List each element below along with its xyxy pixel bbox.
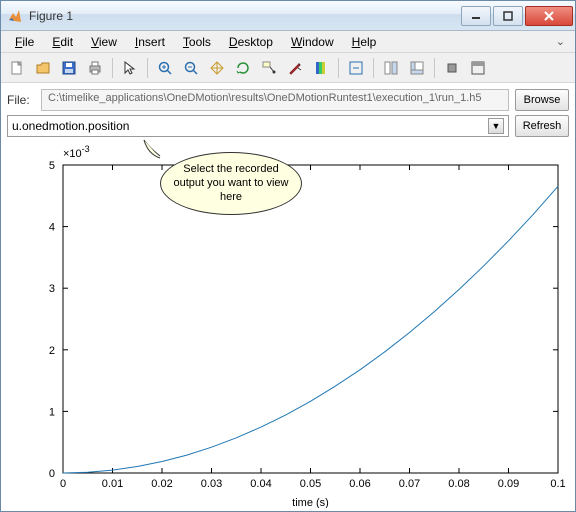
open-icon[interactable] [31, 56, 55, 80]
new-file-icon[interactable] [5, 56, 29, 80]
svg-text:1: 1 [49, 406, 55, 418]
menu-window[interactable]: Window [283, 33, 342, 51]
menu-file[interactable]: File [7, 33, 42, 51]
restore-icon[interactable] [440, 56, 464, 80]
titlebar: Figure 1 [1, 1, 575, 31]
pan-icon[interactable] [205, 56, 229, 80]
svg-text:0.04: 0.04 [250, 478, 271, 490]
menu-insert[interactable]: Insert [127, 33, 173, 51]
close-button[interactable] [525, 6, 573, 26]
menu-edit[interactable]: Edit [44, 33, 81, 51]
svg-text:0.02: 0.02 [151, 478, 172, 490]
svg-text:0.01: 0.01 [102, 478, 123, 490]
variable-select-value: u.onedmotion.position [12, 119, 129, 133]
variable-select-row: u.onedmotion.position ▼ Refresh [1, 113, 575, 143]
svg-text:2: 2 [49, 345, 55, 357]
chevron-down-icon: ▼ [488, 118, 504, 134]
menu-desktop[interactable]: Desktop [221, 33, 281, 51]
svg-text:0: 0 [60, 478, 66, 490]
window-title: Figure 1 [29, 9, 461, 23]
print-icon[interactable] [83, 56, 107, 80]
svg-text:×10-3: ×10-3 [63, 144, 90, 160]
menu-tools[interactable]: Tools [175, 33, 219, 51]
svg-text:5: 5 [49, 160, 55, 172]
brush-icon[interactable] [283, 56, 307, 80]
zoom-in-icon[interactable] [153, 56, 177, 80]
dock-collapse-icon[interactable]: ⌄ [552, 35, 569, 48]
svg-text:0.06: 0.06 [349, 478, 370, 490]
minimize-button[interactable] [461, 6, 491, 26]
plot-area[interactable]: 0 0.01 0.02 0.03 0.04 0.05 0.06 0.07 0.08 0.09 0.1… [8, 140, 568, 508]
link-icon[interactable] [344, 56, 368, 80]
refresh-button[interactable]: Refresh [515, 115, 569, 137]
data-cursor-icon[interactable] [257, 56, 281, 80]
zoom-out-icon[interactable] [179, 56, 203, 80]
dock-icon[interactable] [466, 56, 490, 80]
hide-plot-tools-icon[interactable] [379, 56, 403, 80]
svg-text:0.09: 0.09 [498, 478, 519, 490]
maximize-button[interactable] [493, 6, 523, 26]
variable-select[interactable]: u.onedmotion.position ▼ [7, 115, 509, 137]
colorbar-icon[interactable] [309, 56, 333, 80]
show-plot-tools-icon[interactable] [405, 56, 429, 80]
file-row: File: C:\timelike_applications\OneDMotio… [1, 83, 575, 113]
svg-text:time (s): time (s) [292, 497, 329, 508]
pointer-icon[interactable] [118, 56, 142, 80]
svg-text:4: 4 [49, 222, 55, 234]
menu-view[interactable]: View [83, 33, 125, 51]
browse-button[interactable]: Browse [515, 89, 569, 111]
rotate-icon[interactable] [231, 56, 255, 80]
save-icon[interactable] [57, 56, 81, 80]
toolbar [1, 53, 575, 83]
file-path-field[interactable]: C:\timelike_applications\OneDMotion\resu… [41, 89, 509, 111]
menubar: File Edit View Insert Tools Desktop Wind… [1, 31, 575, 53]
svg-text:0.05: 0.05 [300, 478, 321, 490]
svg-text:0.03: 0.03 [201, 478, 222, 490]
svg-text:0.07: 0.07 [399, 478, 420, 490]
svg-text:0.1: 0.1 [550, 478, 565, 490]
line-chart: 0 0.01 0.02 0.03 0.04 0.05 0.06 0.07 0.08 0.09 0.1… [8, 140, 568, 508]
menu-help[interactable]: Help [344, 33, 385, 51]
window-controls [461, 6, 573, 26]
svg-text:0.08: 0.08 [448, 478, 469, 490]
matlab-app-icon [7, 8, 23, 24]
svg-text:0: 0 [49, 468, 55, 480]
svg-text:3: 3 [49, 283, 55, 295]
file-label: File: [7, 93, 35, 107]
